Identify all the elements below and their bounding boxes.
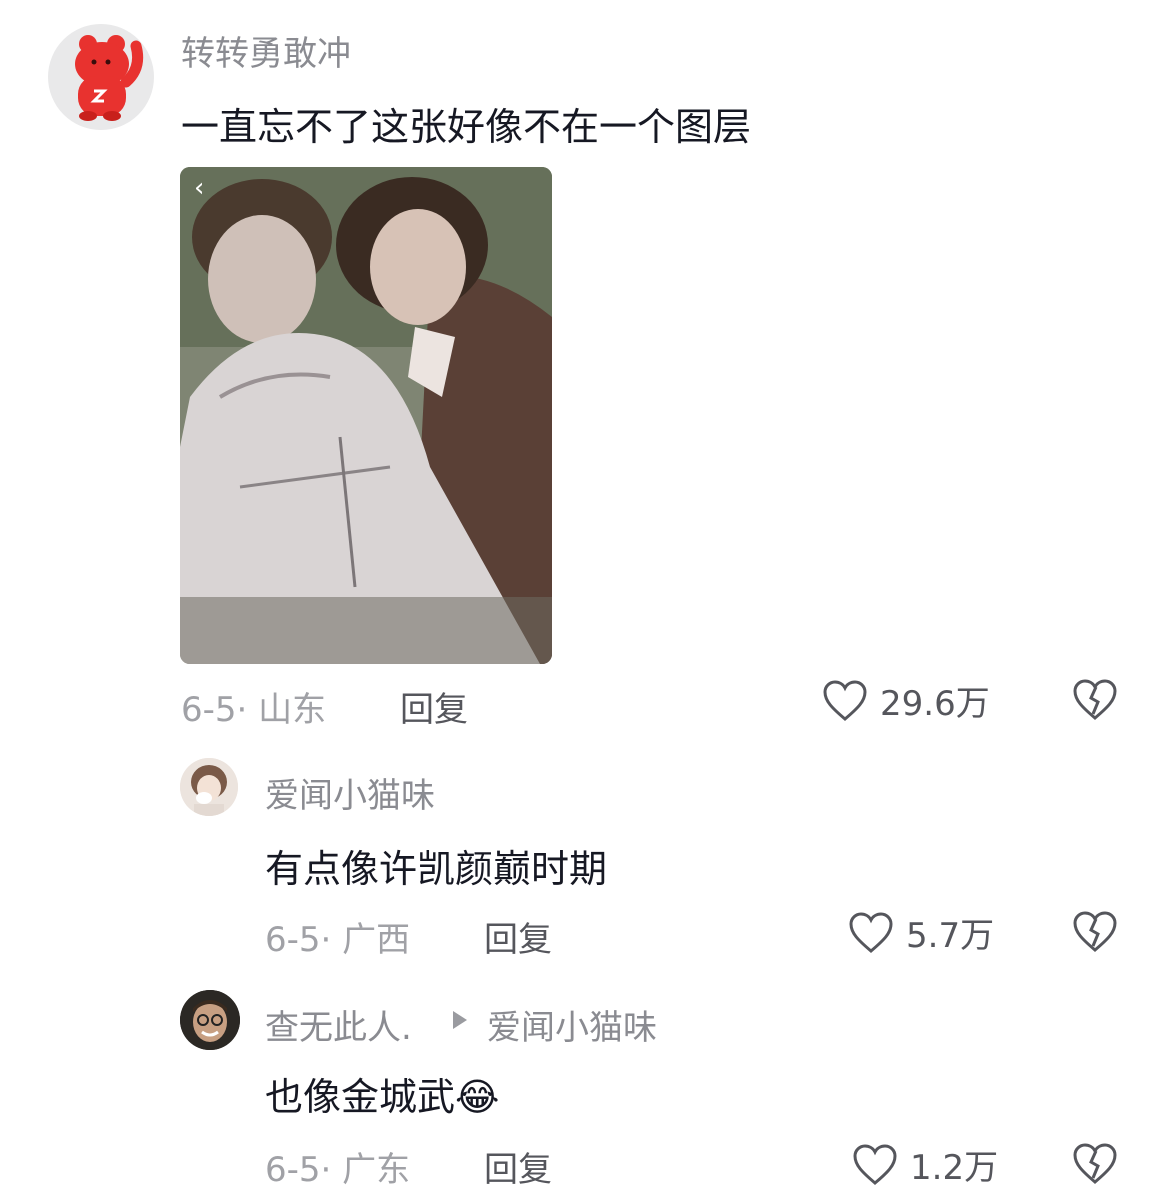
girl-avatar-icon xyxy=(180,758,238,816)
heart-icon xyxy=(853,1143,897,1185)
avatar[interactable] xyxy=(180,990,240,1050)
comment-text: 有点像许凯颜巅时期 xyxy=(265,847,608,891)
comment-text-body: 也像金城武 xyxy=(265,1075,456,1119)
photo-illustration xyxy=(180,167,552,664)
comment-username[interactable]: 爱闻小猫味 xyxy=(265,768,435,817)
reply-arrow-icon xyxy=(450,1008,470,1036)
like-button[interactable]: 1.2万 xyxy=(852,1140,998,1189)
comment-text: 一直忘不了这张好像不在一个图层 xyxy=(181,105,752,149)
broken-heart-icon xyxy=(1073,1143,1117,1184)
like-count: 29.6万 xyxy=(880,684,990,724)
avatar[interactable] xyxy=(48,24,154,130)
red-bear-avatar-icon xyxy=(75,35,144,121)
man-glasses-avatar-icon xyxy=(180,990,240,1050)
reply-to-username[interactable]: 爱闻小猫味 xyxy=(487,1000,657,1049)
dislike-button[interactable] xyxy=(1072,910,1118,958)
heart-icon xyxy=(823,679,867,721)
laughing-crying-emoji: 😂 xyxy=(455,1075,500,1119)
comment-username[interactable]: 查无此人. xyxy=(265,1000,412,1049)
reply-button[interactable]: 回复 xyxy=(484,912,552,961)
comment-date-region: 6-5· 山东 xyxy=(181,690,327,730)
comment-image[interactable]: ‹ xyxy=(180,167,552,664)
heart-icon xyxy=(849,911,893,953)
like-count: 5.7万 xyxy=(906,916,995,956)
dislike-button[interactable] xyxy=(1072,1142,1118,1190)
like-button[interactable]: 5.7万 xyxy=(848,908,994,957)
comment-username[interactable]: 转转勇敢冲 xyxy=(181,26,351,75)
comment-date-region: 6-5· 广东 xyxy=(265,1150,411,1190)
avatar[interactable] xyxy=(180,758,238,816)
comment-date-region: 6-5· 广西 xyxy=(265,920,411,960)
back-chevron-icon[interactable]: ‹ xyxy=(194,173,204,203)
broken-heart-icon xyxy=(1073,911,1117,952)
comment-text: 也像金城武😂 xyxy=(265,1066,499,1121)
like-button[interactable]: 29.6万 xyxy=(822,676,990,725)
reply-button[interactable]: 回复 xyxy=(400,682,468,731)
dislike-button[interactable] xyxy=(1072,678,1118,726)
like-count: 1.2万 xyxy=(910,1148,999,1188)
broken-heart-icon xyxy=(1073,679,1117,720)
reply-button[interactable]: 回复 xyxy=(484,1142,552,1191)
